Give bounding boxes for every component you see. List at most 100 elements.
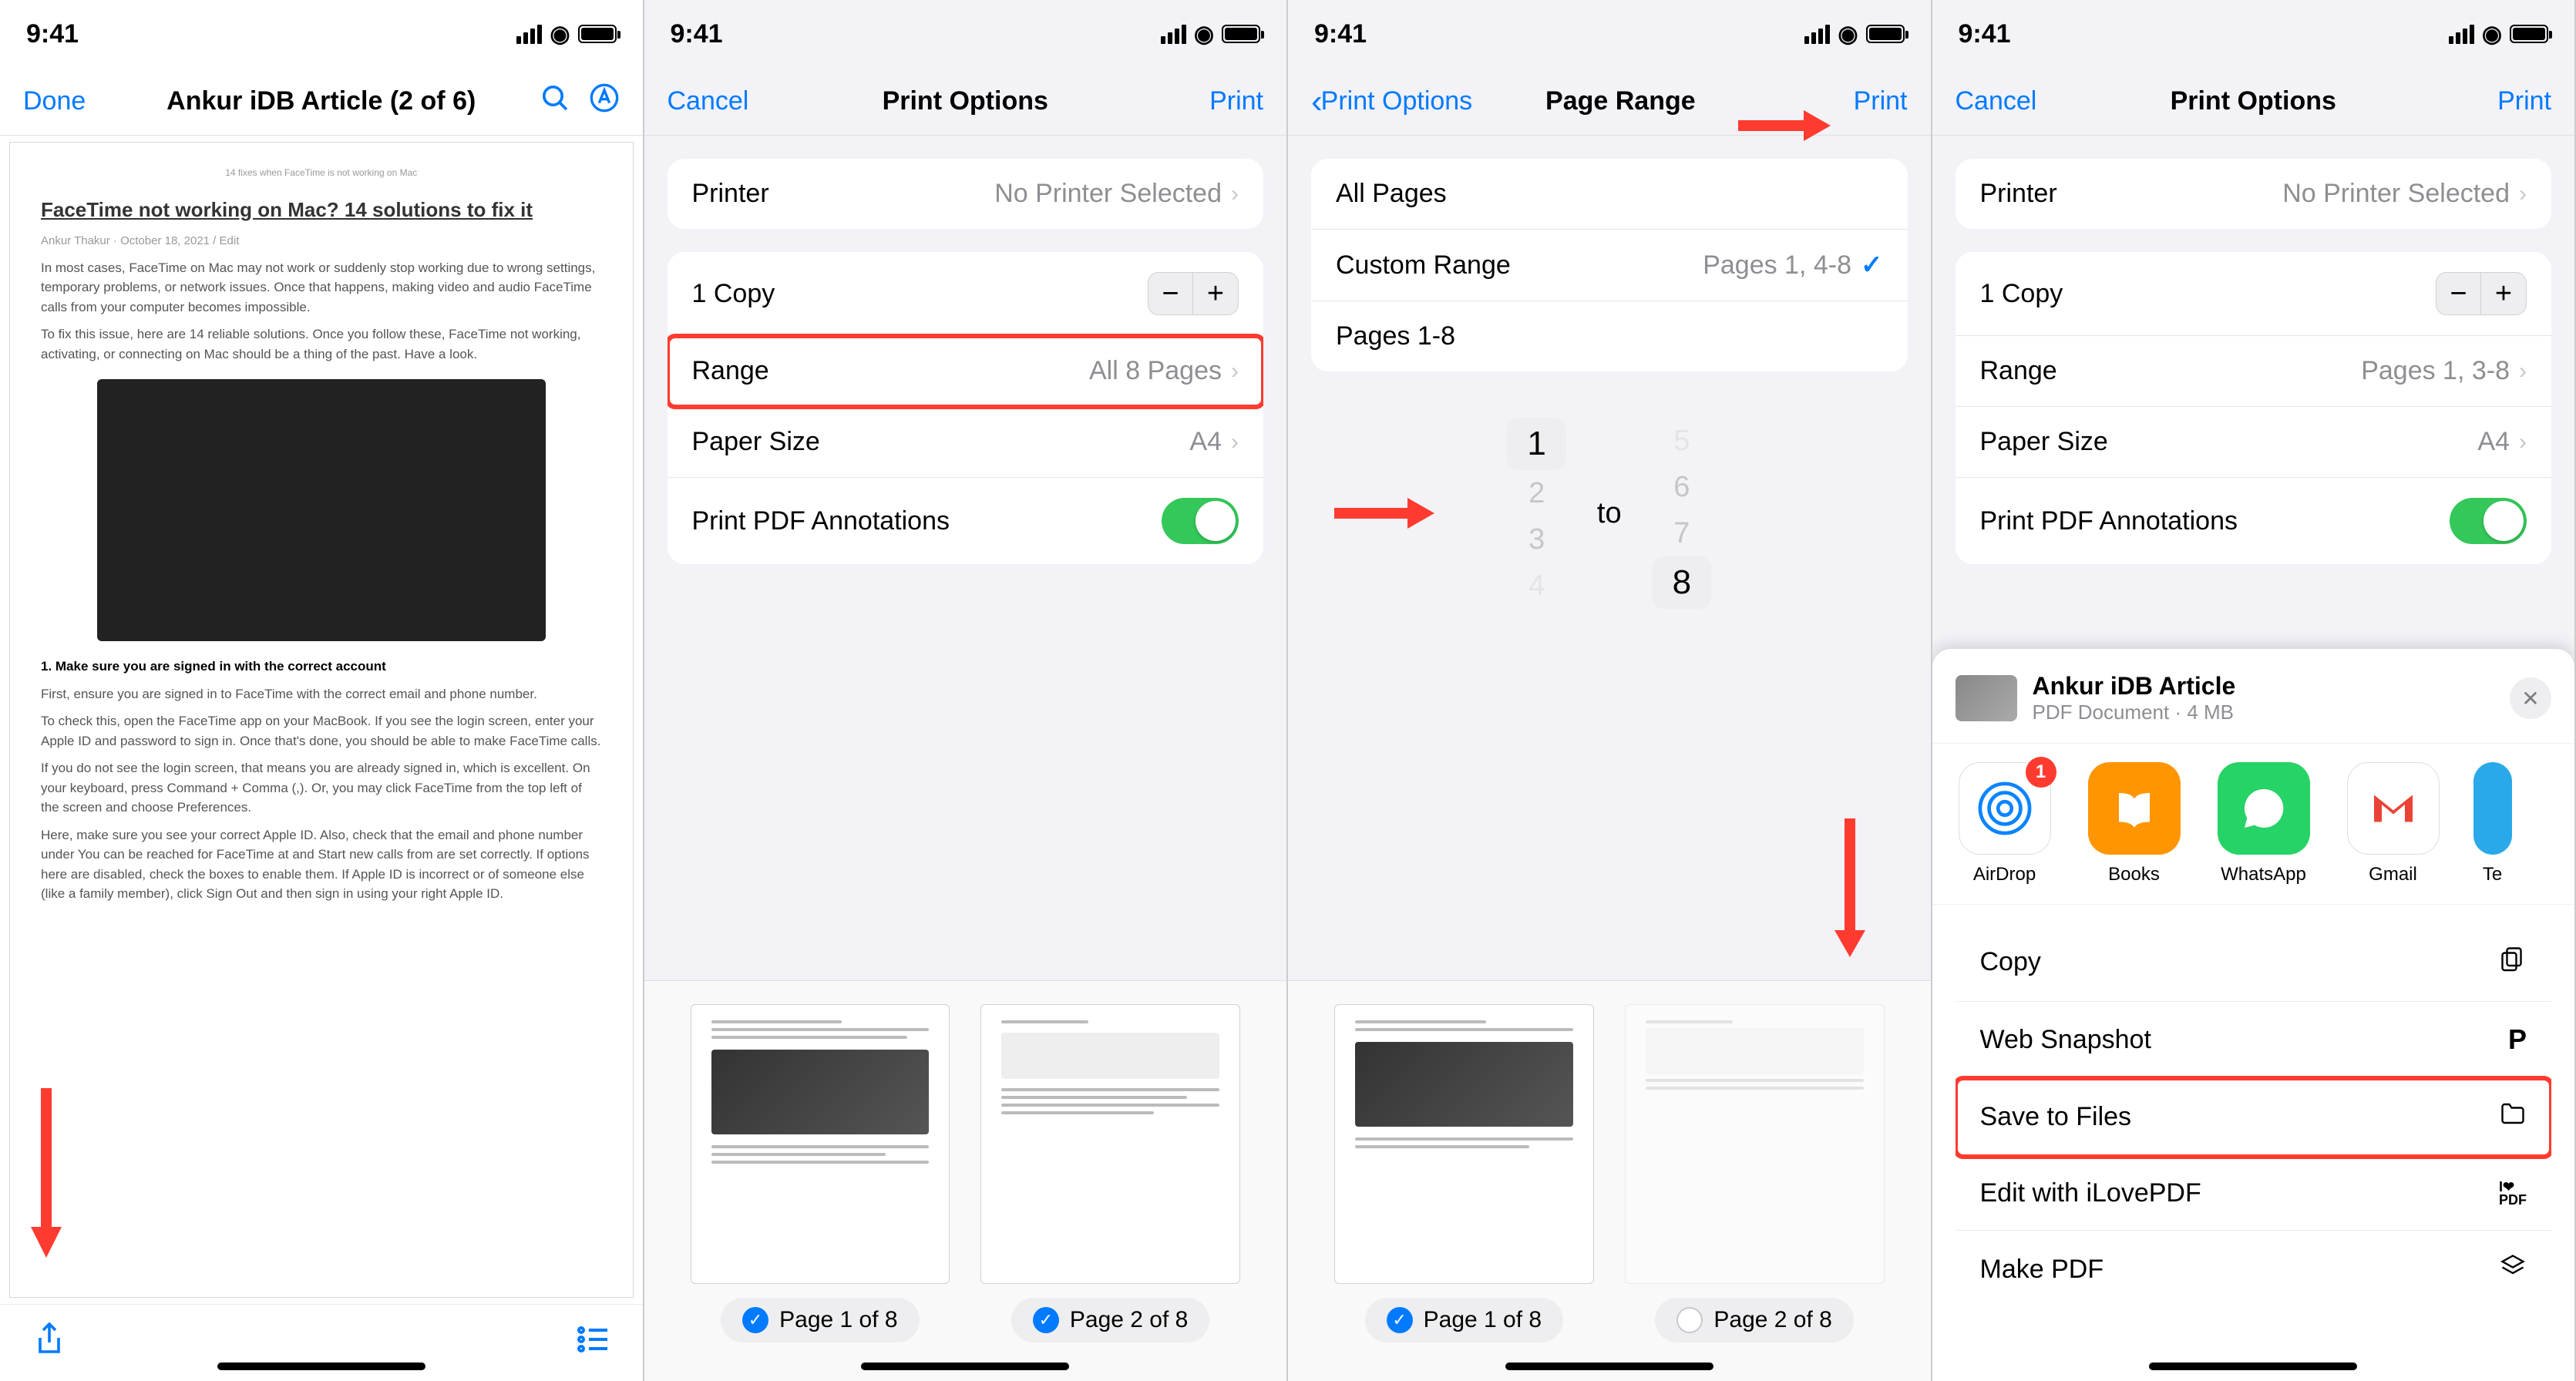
document-preview[interactable]: 14 fixes when FaceTime is not working on… — [9, 142, 634, 1298]
action-make-pdf[interactable]: Make PDF — [1956, 1231, 2552, 1309]
plus-icon[interactable]: + — [2481, 273, 2526, 314]
close-icon[interactable]: ✕ — [2510, 677, 2551, 719]
share-icon[interactable] — [31, 1321, 68, 1366]
status-bar: 9:41 ◉ — [1932, 0, 2575, 68]
to-label: to — [1597, 497, 1622, 530]
annotations-toggle[interactable] — [2450, 498, 2527, 544]
app-airdrop[interactable]: 1 AirDrop — [1956, 762, 2054, 885]
screen-share-sheet: 9:41 ◉ Cancel Print Options Print Printe… — [1932, 0, 2576, 1381]
page-thumbnails: ✓ Page 1 of 8 Page 2 of 8 — [1288, 980, 1931, 1381]
status-bar: 9:41 ◉ — [1288, 0, 1931, 68]
doc-paragraph: If you do not see the login screen, that… — [41, 758, 602, 818]
thumb-label: Page 1 of 8 — [779, 1307, 897, 1333]
range-label: Range — [692, 356, 769, 386]
doc-hero-image — [97, 379, 546, 641]
thumb-page-1[interactable]: ✓ Page 1 of 8 — [1334, 1004, 1594, 1342]
nav-title: Print Options — [2094, 86, 2413, 116]
doc-paragraph: To check this, open the FaceTime app on … — [41, 711, 602, 751]
share-apps-row[interactable]: 1 AirDrop Books WhatsApp Gmail — [1932, 743, 2575, 905]
minus-icon[interactable]: − — [2436, 273, 2481, 314]
printer-cell[interactable]: Printer No Printer Selected› — [668, 159, 1264, 229]
options-group: 1 Copy −+ Range Pages 1, 3-8› Paper Size… — [1956, 252, 2552, 564]
check-icon[interactable]: ✓ — [1033, 1307, 1059, 1333]
to-picker[interactable]: 567 8 — [1653, 418, 1711, 609]
custom-range-label: Custom Range — [1336, 250, 1511, 281]
back-button[interactable]: ‹Print Options — [1311, 85, 1472, 119]
printer-value: No Printer Selected — [2282, 179, 2510, 209]
thumb-label: Page 2 of 8 — [1070, 1307, 1188, 1333]
chevron-right-icon: › — [2519, 358, 2527, 385]
print-button[interactable]: Print — [1854, 86, 1908, 116]
screen-page-range: 9:41 ◉ ‹Print Options Page Range Print A… — [1288, 0, 1932, 1381]
markup-icon[interactable] — [589, 82, 620, 121]
print-button[interactable]: Print — [2497, 86, 2551, 116]
thumb-page-2[interactable]: Page 2 of 8 — [1625, 1004, 1885, 1342]
cancel-button[interactable]: Cancel — [1956, 86, 2037, 116]
annotation-arrow-down — [1831, 818, 1869, 957]
printer-label: Printer — [1980, 179, 2057, 209]
snapshot-icon: P — [2508, 1023, 2527, 1056]
all-pages-cell[interactable]: All Pages — [1311, 159, 1908, 230]
print-button[interactable]: Print — [1209, 86, 1263, 116]
action-save-to-files[interactable]: Save to Files — [1956, 1078, 2552, 1157]
app-label: AirDrop — [1973, 864, 2036, 885]
all-pages-label: All Pages — [1336, 179, 1447, 209]
search-icon[interactable] — [540, 82, 570, 121]
status-icons: ◉ — [1161, 21, 1260, 48]
action-web-snapshot[interactable]: Web Snapshot P — [1956, 1002, 2552, 1078]
action-copy[interactable]: Copy — [1956, 923, 2552, 1002]
chevron-right-icon: › — [2519, 181, 2527, 207]
copies-stepper[interactable]: −+ — [2436, 272, 2527, 315]
thumb-page-1[interactable]: ✓ Page 1 of 8 — [691, 1004, 950, 1342]
paper-size-cell[interactable]: Paper Size A4› — [1956, 407, 2552, 478]
doc-paragraph: To fix this issue, here are 14 reliable … — [41, 324, 602, 364]
pages-cell[interactable]: Pages 1-8 — [1311, 301, 1908, 371]
app-whatsapp[interactable]: WhatsApp — [2214, 762, 2313, 885]
action-ilovepdf[interactable]: Edit with iLovePDF I❤PDF — [1956, 1157, 2552, 1231]
range-cell[interactable]: Range Pages 1, 3-8› — [1956, 336, 2552, 407]
done-button[interactable]: Done — [23, 86, 86, 116]
action-label: Edit with iLovePDF — [1980, 1178, 2201, 1208]
copies-cell: 1 Copy −+ — [668, 252, 1264, 336]
nav-title: Print Options — [806, 86, 1125, 116]
status-time: 9:41 — [1959, 19, 2011, 49]
plus-icon[interactable]: + — [1193, 273, 1238, 314]
annotations-label: Print PDF Annotations — [692, 506, 950, 536]
minus-icon[interactable]: − — [1148, 273, 1193, 314]
check-off-icon[interactable] — [1676, 1307, 1703, 1333]
status-bar: 9:41 ◉ — [644, 0, 1287, 68]
check-icon[interactable]: ✓ — [742, 1307, 768, 1333]
cancel-button[interactable]: Cancel — [668, 86, 749, 116]
printer-group: Printer No Printer Selected› — [668, 159, 1264, 229]
thumbnails-icon[interactable] — [575, 1321, 612, 1366]
nav-bar: Done Ankur iDB Article (2 of 6) — [0, 68, 643, 136]
action-label: Save to Files — [1980, 1102, 2132, 1132]
range-cell[interactable]: Range All 8 Pages› — [668, 336, 1264, 407]
app-label: Gmail — [2369, 864, 2417, 885]
check-icon[interactable]: ✓ — [1387, 1307, 1413, 1333]
thumb-label: Page 1 of 8 — [1424, 1307, 1542, 1333]
from-picker[interactable]: 1 234 — [1507, 418, 1565, 609]
home-indicator — [217, 1363, 425, 1370]
app-books[interactable]: Books — [2085, 762, 2184, 885]
printer-value: No Printer Selected — [994, 179, 1222, 209]
chevron-right-icon: › — [1231, 358, 1239, 385]
custom-range-cell[interactable]: Custom Range Pages 1, 4-8✓ — [1311, 230, 1908, 301]
copies-stepper[interactable]: −+ — [1148, 272, 1239, 315]
stack-icon — [2499, 1252, 2527, 1287]
annotations-toggle[interactable] — [1162, 498, 1239, 544]
paper-size-cell[interactable]: Paper Size A4› — [668, 407, 1264, 478]
chevron-right-icon: › — [2519, 429, 2527, 455]
wifi-icon: ︎◉ — [550, 21, 570, 48]
app-gmail[interactable]: Gmail — [2344, 762, 2443, 885]
paper-value: A4 — [2477, 427, 2510, 457]
app-label: Te — [2483, 864, 2502, 885]
page-picker[interactable]: 1 234 to 567 8 — [1288, 418, 1931, 609]
annotations-cell: Print PDF Annotations — [668, 478, 1264, 564]
status-icons: ︎◉ — [516, 21, 616, 48]
doc-byline: Ankur Thakur · October 18, 2021 / Edit — [41, 233, 602, 250]
share-sheet: Ankur iDB Article PDF Document · 4 MB ✕ … — [1932, 649, 2575, 1381]
printer-cell[interactable]: Printer No Printer Selected › — [1956, 159, 2552, 229]
thumb-page-2[interactable]: ✓ Page 2 of 8 — [980, 1004, 1240, 1342]
app-telegram-partial[interactable]: Te — [2473, 762, 2512, 885]
